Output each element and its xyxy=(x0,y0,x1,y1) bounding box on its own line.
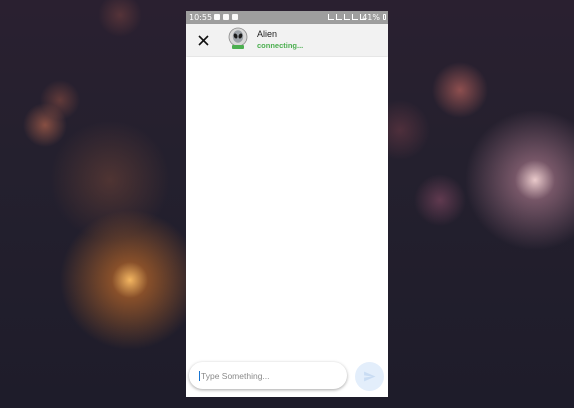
message-input[interactable] xyxy=(201,370,341,381)
image-notification-icon xyxy=(214,14,220,20)
close-button[interactable] xyxy=(194,31,212,49)
contact-avatar[interactable] xyxy=(228,27,248,51)
mute-icon xyxy=(328,14,334,20)
system-icons xyxy=(328,14,366,20)
close-icon xyxy=(197,34,209,46)
message-input-container[interactable] xyxy=(189,362,347,389)
chat-header: Alien connecting... xyxy=(186,24,388,56)
send-button[interactable] xyxy=(355,362,384,391)
battery-icon xyxy=(383,14,386,20)
status-time: 10:55 xyxy=(189,13,213,22)
message-list[interactable] xyxy=(186,57,388,357)
download-notification-icon xyxy=(223,14,229,20)
notification-icons xyxy=(214,14,238,20)
battery-percent: 41% xyxy=(362,13,380,22)
text-cursor xyxy=(199,370,200,381)
send-icon xyxy=(364,371,376,382)
message-composer xyxy=(186,359,388,397)
network-icon xyxy=(352,14,358,20)
contact-status: connecting... xyxy=(257,41,304,50)
vibrate-icon xyxy=(336,14,342,20)
contact-name: Alien xyxy=(257,29,278,39)
phone-screen: 10:55 41% Alien connecting... Type Somet… xyxy=(186,11,388,397)
signal-icon xyxy=(344,14,350,20)
message-notification-icon xyxy=(232,14,238,20)
status-bar: 10:55 41% xyxy=(186,11,388,24)
